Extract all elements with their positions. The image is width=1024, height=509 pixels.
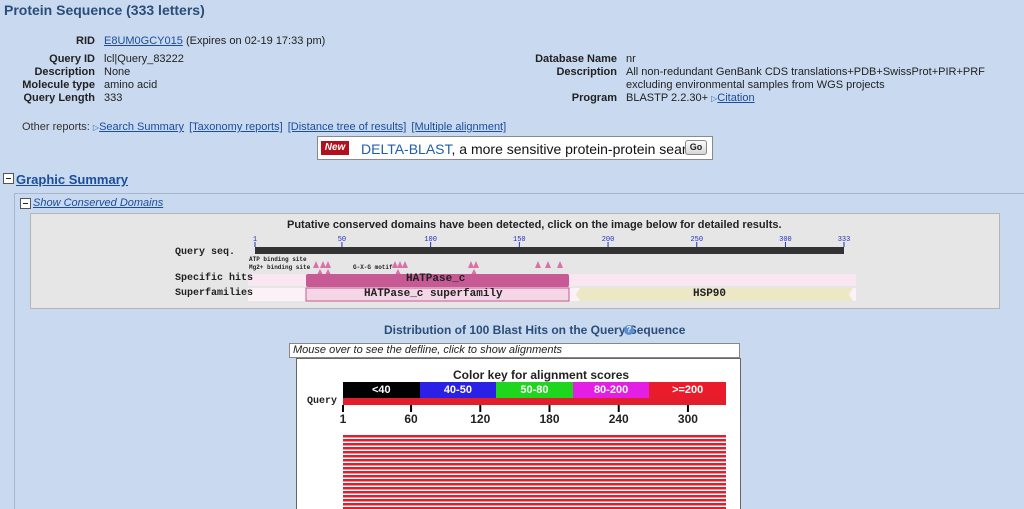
molecule-type-label: Molecule type (22, 79, 95, 91)
hit-line (343, 459, 726, 462)
query-tick-label: 1 (253, 236, 257, 244)
query-id-label: Query ID (49, 53, 95, 65)
distribution-title: Distribution of 100 Blast Hits on the Qu… (384, 323, 686, 337)
distance-tree-link[interactable]: [Distance tree of results] (288, 121, 407, 133)
delta-blast-banner[interactable]: New DELTA-BLAST, a more sensitive protei… (317, 136, 713, 160)
program-name: BLASTP 2.2.30+ (626, 92, 709, 104)
axis-tick-label: 60 (404, 412, 418, 426)
hit-line (343, 439, 726, 442)
hit-line (343, 483, 726, 486)
atp-binding-site-label: ATP binding site (249, 256, 307, 263)
hit-line (343, 463, 726, 466)
hit-line (343, 487, 726, 490)
database-name-value: nr (626, 53, 636, 65)
hit-line (343, 447, 726, 450)
query-tick-label: 333 (838, 236, 851, 244)
molecule-type-value: amino acid (104, 79, 158, 91)
query-tick-label: 50 (338, 236, 346, 244)
graphic-summary-heading[interactable]: Graphic Summary (16, 172, 128, 187)
hit-line (343, 435, 726, 438)
hit-line (343, 479, 726, 482)
new-badge: New (321, 141, 349, 155)
hit-line (343, 491, 726, 494)
rid-link[interactable]: E8UM0GCY015 (104, 35, 183, 47)
query-tick-label: 300 (779, 236, 792, 244)
show-conserved-domains-link[interactable]: Show Conserved Domains (33, 197, 163, 209)
mg2-binding-site-label: Mg2+ binding site (249, 264, 311, 271)
color-key-title: Color key for alignment scores (453, 368, 630, 382)
query-seq-label: Query seq. (175, 247, 236, 258)
other-reports-label: Other reports: (22, 121, 90, 133)
axis-tick-label: 240 (608, 412, 629, 426)
hatpase-c-label[interactable]: HATPase_c (406, 273, 465, 285)
query-length-label: Query Length (23, 92, 95, 104)
gxg-motif-label: G-X-G motif (353, 264, 393, 271)
go-button[interactable]: Go (685, 140, 707, 155)
other-reports: Other reports: ▷Search Summary [Taxonomy… (22, 121, 508, 133)
query-tick-label: 200 (602, 236, 615, 244)
defline-field: Mouse over to see the defline, click to … (289, 343, 740, 358)
collapse-icon[interactable] (20, 198, 31, 209)
hit-line (343, 503, 726, 506)
query-ticks: 1 50 100 150 200 250 300 333 (253, 236, 850, 247)
query-label: Query (307, 396, 338, 407)
delta-blast-description: , a more sensitive protein-protein searc… (451, 141, 702, 157)
superfamilies-label: Superfamilies (175, 288, 254, 299)
hit-line (343, 495, 726, 498)
hit-lines (343, 435, 726, 509)
program-label: Program (571, 92, 617, 104)
query-tick-label: 250 (690, 236, 703, 244)
query-id-value: lcl|Query_83222 (104, 53, 184, 65)
axis-tick-label: 120 (470, 412, 491, 426)
rid-label: RID (76, 35, 95, 47)
axis-tick-label: 1 (339, 412, 347, 426)
hit-line (343, 499, 726, 502)
query-tick-label: 150 (513, 236, 526, 244)
citation-link[interactable]: Citation (717, 92, 754, 104)
specific-hits-label: Specific hits (175, 273, 254, 284)
hit-line (343, 451, 726, 454)
db-description-value: All non-redundant GenBank CDS translatio… (626, 66, 985, 91)
query-sequence-bar (255, 247, 844, 254)
hit-line (343, 467, 726, 470)
query-length-value: 333 (104, 92, 123, 104)
help-icon[interactable]: ? (624, 325, 634, 335)
description-label: Description (34, 66, 95, 78)
axis-ticks (342, 405, 689, 412)
axis-tick-label: 180 (539, 412, 560, 426)
axis-labels: 1 60 120 180 240 300 (340, 412, 730, 426)
description-value: None (104, 66, 131, 78)
rid-expires: (Expires on 02-19 17:33 pm) (185, 35, 326, 47)
collapse-icon[interactable] (3, 173, 14, 184)
page-title: Protein Sequence (333 letters) (4, 2, 205, 18)
db-description-label: Description (556, 66, 617, 78)
hit-line (343, 475, 726, 478)
program-value: BLASTP 2.2.30+ ▷Citation (626, 92, 1016, 105)
hit-line (343, 455, 726, 458)
taxonomy-reports-link[interactable]: [Taxonomy reports] (189, 121, 283, 133)
delta-blast-name: DELTA-BLAST (361, 141, 452, 157)
search-summary-link[interactable]: Search Summary (99, 121, 184, 133)
hsp90-label[interactable]: HSP90 (693, 288, 726, 300)
hatpase-c-superfamily-label[interactable]: HATPase_c superfamily (364, 288, 503, 300)
axis-tick-label: 300 (677, 412, 698, 426)
database-name-label: Database Name (535, 53, 617, 65)
query-bar (343, 398, 726, 405)
delta-blast-text: DELTA-BLAST, a more sensitive protein-pr… (361, 141, 701, 157)
hit-line (343, 443, 726, 446)
hit-line (343, 471, 726, 474)
multiple-alignment-link[interactable]: [Multiple alignment] (411, 121, 506, 133)
query-tick-label: 100 (424, 236, 437, 244)
rid-value: E8UM0GCY015 (Expires on 02-19 17:33 pm) (104, 35, 325, 47)
